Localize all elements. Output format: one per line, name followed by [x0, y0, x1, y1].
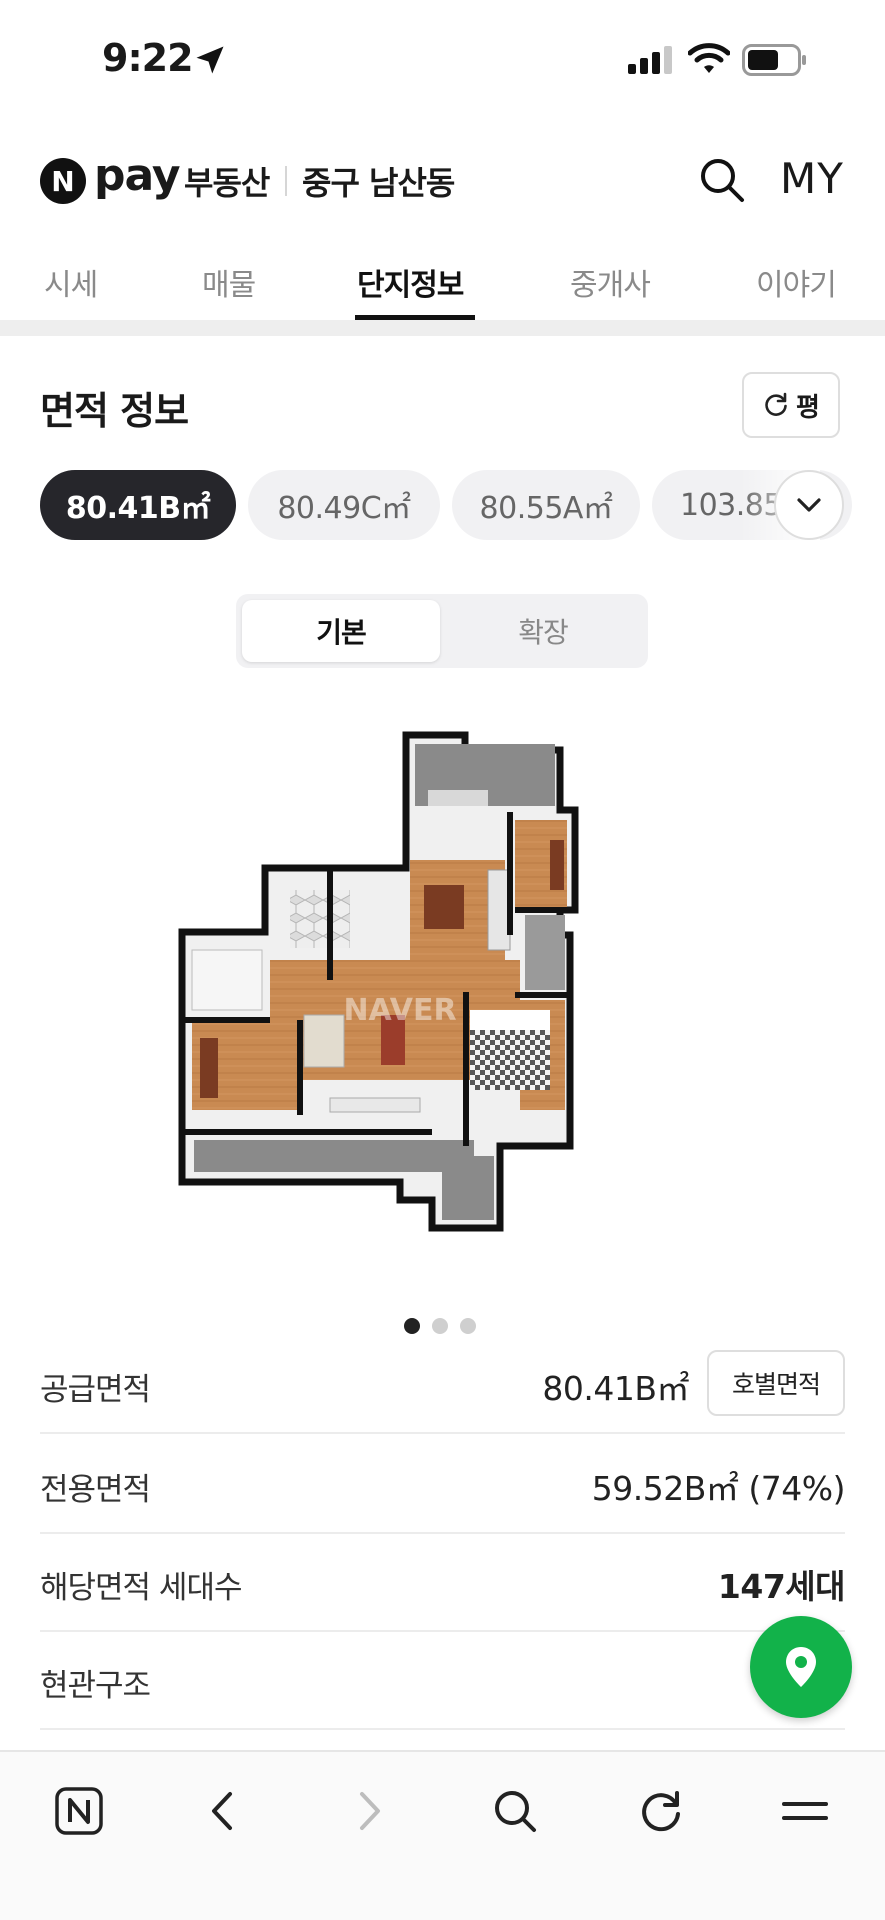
tab-bar: 시세 매물 단지정보 중개사 이야기	[0, 250, 885, 320]
entrance-structure-row: 현관구조	[40, 1632, 845, 1730]
chevron-down-icon	[797, 498, 821, 512]
reload-button[interactable]	[626, 1776, 696, 1846]
unit-area-button[interactable]: 호별면적	[707, 1350, 845, 1416]
carousel-dot[interactable]	[404, 1318, 420, 1334]
carousel-dot[interactable]	[432, 1318, 448, 1334]
supply-area-label: 공급면적	[40, 1372, 151, 1408]
naver-home-icon	[55, 1787, 103, 1835]
refresh-icon	[765, 392, 787, 416]
expand-chips-button[interactable]	[774, 470, 844, 540]
search-icon	[495, 1791, 536, 1832]
view-mode-basic[interactable]: 기본	[242, 600, 440, 662]
tab-stories[interactable]: 이야기	[756, 260, 837, 304]
household-count-row: 해당면적 세대수 147세대	[40, 1534, 846, 1632]
supply-area-value: 80.41B㎡	[542, 1369, 689, 1408]
area-chip[interactable]: 80.49C㎡	[248, 470, 440, 540]
status-time: 9:22	[102, 36, 194, 80]
reload-icon	[642, 1791, 680, 1832]
browser-toolbar	[0, 1750, 885, 1920]
area-chip[interactable]: 80.55A㎡	[452, 470, 640, 540]
map-pin-icon	[786, 1647, 816, 1687]
wifi-icon	[688, 43, 730, 73]
my-button[interactable]: MY	[780, 154, 844, 203]
home-button[interactable]	[44, 1776, 114, 1846]
supply-area-row: 공급면적 80.41B㎡ 호별면적	[40, 1336, 845, 1434]
section-title: 면적 정보	[40, 389, 189, 433]
tab-price[interactable]: 시세	[44, 260, 98, 304]
battery-icon	[742, 44, 806, 76]
search-icon[interactable]	[696, 154, 748, 206]
location-title[interactable]: 중구 남산동	[302, 158, 455, 204]
section-divider	[0, 320, 885, 336]
location-arrow-icon	[196, 46, 224, 74]
back-button[interactable]	[188, 1776, 258, 1846]
tab-complex-info[interactable]: 단지정보	[357, 260, 464, 304]
carousel-dot[interactable]	[460, 1318, 476, 1334]
unit-toggle-button[interactable]: 평	[742, 372, 840, 438]
brand-service[interactable]: 부동산	[184, 158, 270, 204]
app-header: N pay 부동산 중구 남산동 MY	[0, 140, 885, 220]
naver-logo[interactable]: N	[40, 158, 86, 204]
area-chip[interactable]: 80.41B㎡	[40, 470, 236, 540]
carousel-dots	[404, 1318, 484, 1336]
menu-icon	[782, 1802, 828, 1820]
area-chip-list: 80.41B㎡ 80.49C㎡ 80.55A㎡ 103.85	[0, 470, 885, 542]
status-bar: 9:22	[0, 0, 885, 120]
header-divider	[285, 166, 287, 196]
signal-icon	[628, 46, 672, 74]
unit-toggle-label: 평	[796, 392, 820, 423]
floorplan-image[interactable]: NAVER	[170, 720, 720, 1260]
exclusive-area-value: 59.52B㎡ (74%)	[591, 1469, 846, 1508]
forward-button[interactable]	[334, 1776, 404, 1846]
menu-button[interactable]	[770, 1776, 840, 1846]
back-icon	[212, 1792, 232, 1830]
brand-pay[interactable]: pay	[94, 150, 181, 201]
household-count-value: 147세대	[717, 1567, 846, 1606]
exclusive-area-label: 전용면적	[40, 1472, 151, 1508]
view-mode-extended[interactable]: 확장	[444, 600, 642, 662]
view-mode-toggle: 기본 확장	[236, 594, 648, 668]
entrance-structure-label: 현관구조	[40, 1668, 151, 1704]
map-button[interactable]	[750, 1616, 852, 1718]
exclusive-area-row: 전용면적 59.52B㎡ (74%)	[40, 1436, 846, 1534]
tab-listings[interactable]: 매물	[202, 260, 256, 304]
browser-search-button[interactable]	[480, 1776, 550, 1846]
household-count-label: 해당면적 세대수	[40, 1570, 242, 1606]
tab-agents[interactable]: 중개사	[570, 260, 651, 304]
floorplan-watermark: NAVER	[343, 993, 456, 1028]
forward-icon	[360, 1792, 380, 1830]
